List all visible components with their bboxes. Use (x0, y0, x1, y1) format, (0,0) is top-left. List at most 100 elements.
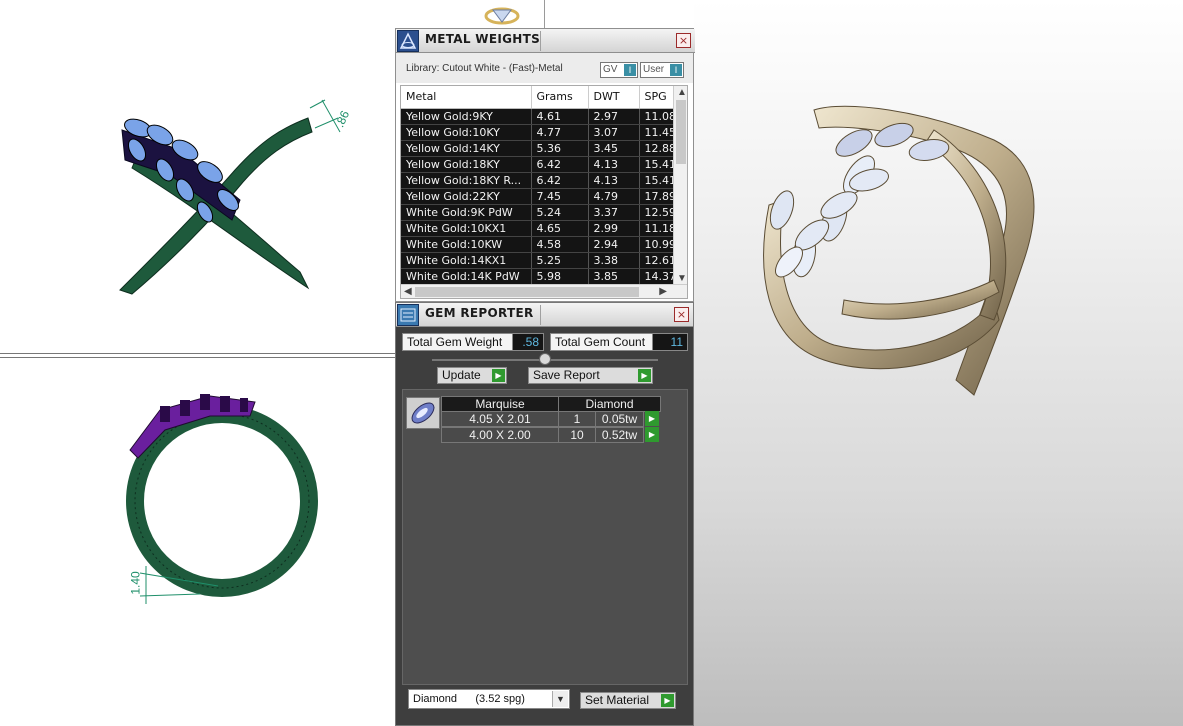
metal-table-container[interactable]: Metal Grams DWT SPG Yellow Gold:9KY 4.61 2… (400, 85, 688, 299)
grams-cell: 5.25 (531, 252, 589, 269)
scroll-up-icon[interactable]: ▲ (677, 87, 687, 99)
ring-top-view-drawing (119, 99, 341, 295)
library-row: Library: Cutout White - (Fast)-Metal GV … (396, 53, 693, 83)
set-material-button[interactable]: Set Material ▶ (580, 692, 676, 709)
table-row[interactable]: Yellow Gold:10KY 4.77 3.07 11.45 (401, 124, 680, 141)
metal-cell: White Gold:14K PdW (401, 268, 532, 285)
total-gem-weight-value: .58 (512, 333, 544, 351)
gem-count-cell: 1 (558, 411, 596, 427)
ring-front-view-drawing (126, 394, 318, 604)
gem-size-cell: 4.00 X 2.00 (441, 427, 559, 443)
save-report-button[interactable]: Save Report ▶ (528, 367, 653, 384)
dwt-cell: 2.97 (588, 108, 640, 125)
gem-weight-cell: 0.05tw (595, 411, 644, 427)
gem-reporter-titlebar[interactable]: GEM REPORTER × (396, 303, 693, 327)
column-header-dwt[interactable]: DWT (588, 86, 640, 109)
dwt-cell: 4.79 (588, 188, 640, 205)
user-toggle-switch-icon[interactable]: I (670, 64, 682, 76)
gem-list-area[interactable]: Marquise Diamond 4.05 X 2.01 1 0.05tw ▶ … (402, 389, 688, 685)
title-separator (540, 31, 541, 51)
total-gem-count-label: Total Gem Count (550, 333, 654, 351)
scroll-right-icon[interactable]: ▶ (659, 286, 667, 298)
marquise-diamond-icon (406, 397, 440, 429)
horizontal-scrollbar[interactable]: ◀ ▶ (401, 284, 687, 298)
metal-cell: White Gold:9K PdW (401, 204, 532, 221)
gem-row-arrow-icon[interactable]: ▶ (645, 411, 659, 426)
grams-cell: 5.24 (531, 204, 589, 221)
scroll-left-icon[interactable]: ◀ (404, 286, 412, 298)
play-arrow-icon: ▶ (661, 694, 674, 707)
gem-weight-cell: 0.52tw (595, 427, 644, 443)
gem-row-arrow-icon[interactable]: ▶ (645, 427, 659, 442)
grams-cell: 4.61 (531, 108, 589, 125)
metal-weights-app-icon (397, 30, 419, 52)
user-toggle-label: User (643, 64, 665, 75)
gv-toggle[interactable]: GV I (600, 62, 638, 78)
table-row[interactable]: White Gold:14K PdW 5.98 3.85 14.37 (401, 268, 680, 285)
grams-cell: 5.36 (531, 140, 589, 157)
column-header-grams[interactable]: Grams (531, 86, 589, 109)
gem-reporter-app-icon (397, 304, 419, 326)
grams-cell: 6.42 (531, 172, 589, 189)
table-row[interactable]: Yellow Gold:18KY 6.42 4.13 15.41 (401, 156, 680, 173)
gem-reporter-panel: GEM REPORTER × Total Gem Weight .58 Tota… (395, 302, 694, 726)
metal-cell: White Gold:10KX1 (401, 220, 532, 237)
grams-cell: 6.42 (531, 156, 589, 173)
table-row[interactable]: Yellow Gold:18KY R... 6.42 4.13 15.41 (401, 172, 680, 189)
grams-cell: 4.65 (531, 220, 589, 237)
cad-workspace: .86 1.40 METAL WEIGHTS × Library: Cutout… (0, 0, 1183, 726)
top-viewport[interactable]: .86 (0, 0, 395, 354)
table-row[interactable]: White Gold:14KX1 5.25 3.38 12.61 (401, 252, 680, 269)
top-strip-viewport[interactable] (395, 0, 545, 28)
ring-render (763, 105, 1035, 396)
dwt-cell: 3.37 (588, 204, 640, 221)
metal-cell: Yellow Gold:18KY R... (401, 172, 532, 189)
update-button[interactable]: Update ▶ (437, 367, 507, 384)
dwt-cell: 3.45 (588, 140, 640, 157)
title-separator (540, 305, 541, 325)
dwt-cell: 2.94 (588, 236, 640, 253)
user-toggle[interactable]: User I (640, 62, 684, 78)
table-row[interactable]: Yellow Gold:9KY 4.61 2.97 11.08 (401, 108, 680, 125)
panel-splitter-handle[interactable] (539, 353, 551, 365)
gem-type-header: Diamond (558, 396, 661, 412)
metal-table: Metal Grams DWT SPG Yellow Gold:9KY 4.61 2… (401, 86, 680, 285)
metal-cell: Yellow Gold:10KY (401, 124, 532, 141)
render-viewport[interactable] (694, 0, 1183, 726)
dwt-cell: 2.99 (588, 220, 640, 237)
horizontal-scroll-thumb[interactable] (415, 287, 639, 297)
gv-toggle-switch-icon[interactable]: I (624, 64, 636, 76)
metal-cell: Yellow Gold:14KY (401, 140, 532, 157)
table-row[interactable]: Yellow Gold:22KY 7.45 4.79 17.89 (401, 188, 680, 205)
metal-table-header: Metal Grams DWT SPG (401, 86, 680, 109)
dwt-cell: 3.07 (588, 124, 640, 141)
metal-cell: White Gold:14KX1 (401, 252, 532, 269)
grams-cell: 4.58 (531, 236, 589, 253)
close-icon[interactable]: × (676, 33, 691, 48)
gem-shape-header: Marquise (441, 396, 559, 412)
vertical-scroll-thumb[interactable] (676, 100, 686, 164)
metal-weights-panel: METAL WEIGHTS × Library: Cutout White - … (395, 28, 695, 302)
gem-count-cell: 10 (558, 427, 596, 443)
table-row[interactable]: White Gold:10KX1 4.65 2.99 11.18 (401, 220, 680, 237)
gem-size-cell: 4.05 X 2.01 (441, 411, 559, 427)
ring-thumbnail-icon (484, 7, 520, 25)
dwt-cell: 4.13 (588, 172, 640, 189)
dwt-cell: 3.38 (588, 252, 640, 269)
front-viewport[interactable]: 1.40 (0, 358, 395, 726)
play-arrow-icon: ▶ (492, 369, 505, 382)
metal-cell: Yellow Gold:22KY (401, 188, 532, 205)
update-button-label: Update (442, 368, 481, 382)
table-row[interactable]: White Gold:10KW 4.58 2.94 10.99 (401, 236, 680, 253)
vertical-scrollbar[interactable]: ▲ ▼ (673, 86, 687, 286)
close-icon[interactable]: × (674, 307, 689, 322)
metal-weights-title: METAL WEIGHTS (425, 32, 541, 46)
chevron-down-icon[interactable]: ▼ (552, 691, 568, 707)
table-row[interactable]: White Gold:9K PdW 5.24 3.37 12.59 (401, 204, 680, 221)
column-header-metal[interactable]: Metal (401, 86, 532, 109)
table-row[interactable]: Yellow Gold:14KY 5.36 3.45 12.88 (401, 140, 680, 157)
material-select-value: Diamond (3.52 spg) (413, 693, 525, 705)
material-select[interactable]: Diamond (3.52 spg) ▼ (408, 689, 570, 709)
total-gem-weight-label: Total Gem Weight (402, 333, 514, 351)
metal-weights-titlebar[interactable]: METAL WEIGHTS × (396, 29, 695, 53)
